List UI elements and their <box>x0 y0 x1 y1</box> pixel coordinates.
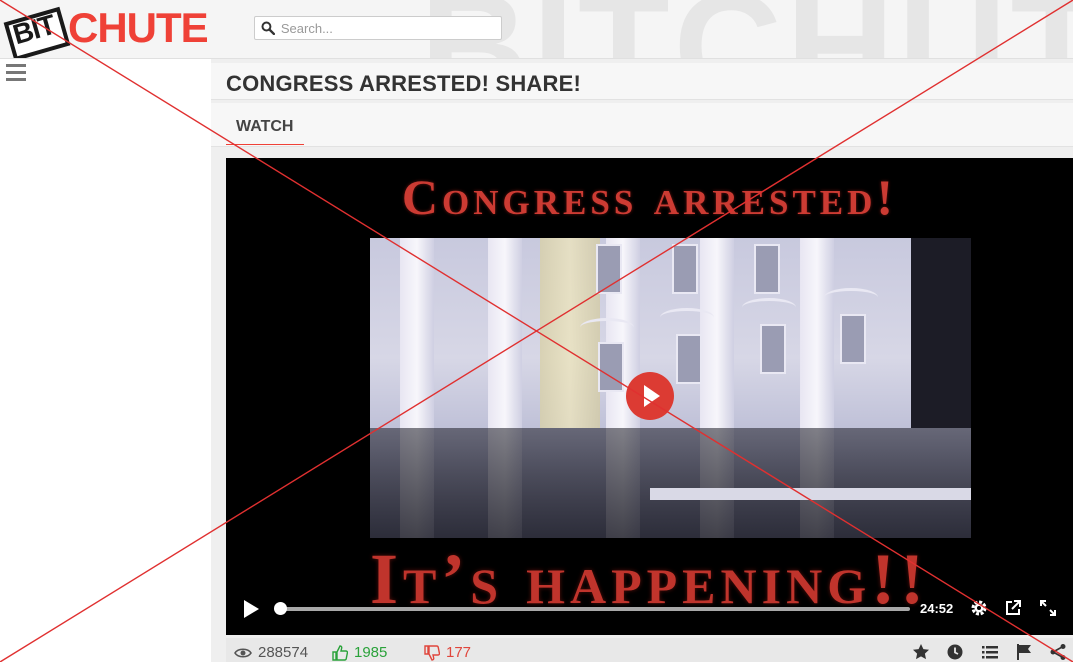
like-count: 1985 <box>354 644 388 661</box>
thumbs-down-icon <box>424 644 440 661</box>
tab-watch-label: WATCH <box>236 118 294 135</box>
bitchute-logo[interactable]: BIT CHUTE <box>3 4 209 58</box>
fullscreen-icon[interactable] <box>1039 599 1057 617</box>
flag-icon[interactable] <box>1015 643 1033 661</box>
like-button[interactable]: 1985 <box>332 644 387 661</box>
settings-gear-icon[interactable] <box>970 599 988 617</box>
clock-icon[interactable] <box>946 643 964 661</box>
dislike-button[interactable]: 177 <box>424 644 471 661</box>
logo-chute-text: CHUTE <box>68 4 209 51</box>
video-player[interactable]: Congress arrested! It’s happening!! 24:5… <box>226 158 1073 635</box>
logo-bit-mark: BIT <box>3 6 71 58</box>
hamburger-menu-icon[interactable] <box>6 64 26 82</box>
thumbs-up-icon <box>332 644 348 661</box>
view-count-value: 288574 <box>258 644 309 661</box>
progress-bar[interactable] <box>280 607 910 611</box>
site-header: BITCHUTE BIT CHUTE <box>0 0 1073 59</box>
video-frame-top-text: Congress arrested! <box>401 169 898 225</box>
video-stats-bar: 288574 1985 177 <box>226 638 1073 662</box>
eye-icon <box>234 647 252 658</box>
progress-handle[interactable] <box>274 602 287 615</box>
big-play-button[interactable] <box>626 372 674 420</box>
view-count: 288574 <box>234 644 308 661</box>
header-watermark: BITCHUTE <box>420 0 1073 58</box>
popout-icon[interactable] <box>1004 599 1022 617</box>
list-icon[interactable] <box>981 643 999 661</box>
search-box[interactable] <box>254 16 502 40</box>
player-controls: 24:52 <box>226 588 1073 628</box>
title-bar: CONGRESS ARRESTED! SHARE! <box>211 63 1073 100</box>
duration-label: 24:52 <box>920 601 954 616</box>
video-title: CONGRESS ARRESTED! SHARE! <box>226 71 581 96</box>
search-input[interactable] <box>278 19 501 37</box>
dislike-count: 177 <box>446 644 472 661</box>
search-icon <box>261 21 275 35</box>
play-icon[interactable] <box>244 600 259 618</box>
share-icon[interactable] <box>1049 643 1067 661</box>
tab-watch[interactable]: WATCH <box>226 103 304 145</box>
star-icon[interactable] <box>912 643 930 661</box>
tabs-bar: WATCH <box>211 103 1073 147</box>
